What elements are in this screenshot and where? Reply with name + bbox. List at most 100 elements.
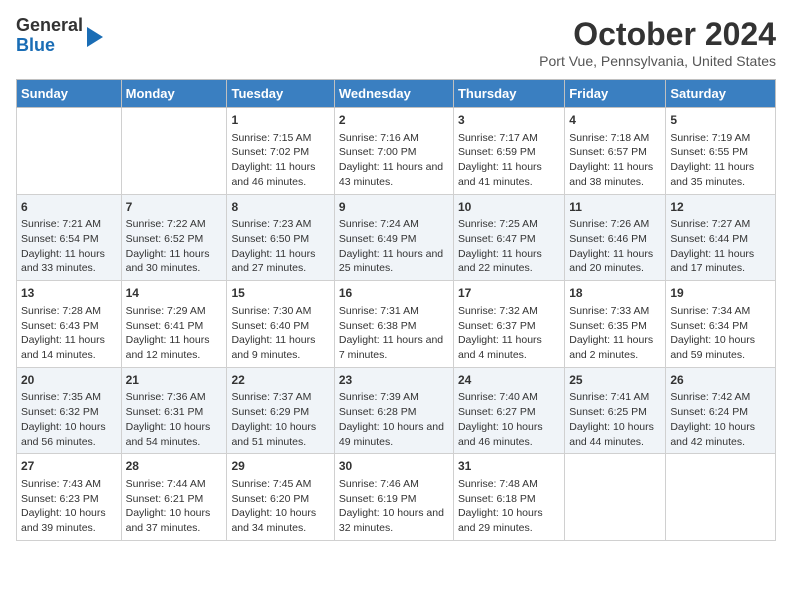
day-number: 17 <box>458 285 560 302</box>
day-cell: 30 Sunrise: 7:46 AM Sunset: 6:19 PM Dayli… <box>334 454 453 541</box>
day-cell: 4Sunrise: 7:18 AM Sunset: 6:57 PM Daylig… <box>565 108 666 195</box>
day-info: Sunrise: 7:34 AM Sunset: 6:34 PM Dayligh… <box>670 304 771 363</box>
calendar-table: SundayMondayTuesdayWednesdayThursdayFrid… <box>16 79 776 541</box>
day-info: Sunrise: 7:39 AM Sunset: 6:28 PM Dayligh… <box>339 390 449 449</box>
day-cell: 18 Sunrise: 7:33 AM Sunset: 6:35 PM Dayli… <box>565 281 666 368</box>
day-info: Sunrise: 7:30 AM Sunset: 6:40 PM Dayligh… <box>231 304 329 363</box>
week-row-1: 1Sunrise: 7:15 AM Sunset: 7:02 PM Daylig… <box>17 108 776 195</box>
day-info: Sunrise: 7:36 AM Sunset: 6:31 PM Dayligh… <box>126 390 223 449</box>
day-info: Sunrise: 7:45 AM Sunset: 6:20 PM Dayligh… <box>231 477 329 536</box>
day-number: 26 <box>670 372 771 389</box>
title-block: October 2024 Port Vue, Pennsylvania, Uni… <box>539 16 776 69</box>
day-info: Sunrise: 7:28 AM Sunset: 6:43 PM Dayligh… <box>21 304 117 363</box>
day-info: Sunrise: 7:21 AM Sunset: 6:54 PM Dayligh… <box>21 217 117 276</box>
day-cell <box>666 454 776 541</box>
day-info: Sunrise: 7:19 AM Sunset: 6:55 PM Dayligh… <box>670 131 771 190</box>
day-cell: 13 Sunrise: 7:28 AM Sunset: 6:43 PM Dayli… <box>17 281 122 368</box>
page-title: October 2024 <box>539 16 776 53</box>
header-cell-tuesday: Tuesday <box>227 80 334 108</box>
day-number: 13 <box>21 285 117 302</box>
day-number: 9 <box>339 199 449 216</box>
day-info: Sunrise: 7:23 AM Sunset: 6:50 PM Dayligh… <box>231 217 329 276</box>
day-number: 8 <box>231 199 329 216</box>
page-subtitle: Port Vue, Pennsylvania, United States <box>539 53 776 69</box>
day-cell: 17 Sunrise: 7:32 AM Sunset: 6:37 PM Dayli… <box>453 281 564 368</box>
calendar-body: 1Sunrise: 7:15 AM Sunset: 7:02 PM Daylig… <box>17 108 776 541</box>
day-cell: 29Sunrise: 7:45 AM Sunset: 6:20 PM Dayli… <box>227 454 334 541</box>
day-number: 19 <box>670 285 771 302</box>
day-number: 6 <box>21 199 117 216</box>
logo-text: General Blue <box>16 16 83 56</box>
day-info: Sunrise: 7:31 AM Sunset: 6:38 PM Dayligh… <box>339 304 449 363</box>
day-cell <box>565 454 666 541</box>
day-info: Sunrise: 7:29 AM Sunset: 6:41 PM Dayligh… <box>126 304 223 363</box>
header-cell-friday: Friday <box>565 80 666 108</box>
day-cell <box>17 108 122 195</box>
header-cell-wednesday: Wednesday <box>334 80 453 108</box>
day-cell: 14 Sunrise: 7:29 AM Sunset: 6:41 PM Dayli… <box>121 281 227 368</box>
day-number: 23 <box>339 372 449 389</box>
calendar-header: SundayMondayTuesdayWednesdayThursdayFrid… <box>17 80 776 108</box>
header-cell-thursday: Thursday <box>453 80 564 108</box>
day-info: Sunrise: 7:44 AM Sunset: 6:21 PM Dayligh… <box>126 477 223 536</box>
page-header: General Blue October 2024 Port Vue, Penn… <box>16 16 776 69</box>
day-number: 21 <box>126 372 223 389</box>
day-cell: 8Sunrise: 7:23 AM Sunset: 6:50 PM Daylig… <box>227 194 334 281</box>
day-number: 28 <box>126 458 223 475</box>
day-info: Sunrise: 7:27 AM Sunset: 6:44 PM Dayligh… <box>670 217 771 276</box>
day-cell <box>121 108 227 195</box>
day-cell: 31 Sunrise: 7:48 AM Sunset: 6:18 PM Dayli… <box>453 454 564 541</box>
day-info: Sunrise: 7:46 AM Sunset: 6:19 PM Dayligh… <box>339 477 449 536</box>
day-cell: 3Sunrise: 7:17 AM Sunset: 6:59 PM Daylig… <box>453 108 564 195</box>
day-number: 30 <box>339 458 449 475</box>
day-cell: 25Sunrise: 7:41 AM Sunset: 6:25 PM Dayli… <box>565 367 666 454</box>
day-number: 2 <box>339 112 449 129</box>
day-number: 5 <box>670 112 771 129</box>
day-number: 3 <box>458 112 560 129</box>
day-info: Sunrise: 7:41 AM Sunset: 6:25 PM Dayligh… <box>569 390 661 449</box>
day-cell: 19 Sunrise: 7:34 AM Sunset: 6:34 PM Dayli… <box>666 281 776 368</box>
day-info: Sunrise: 7:40 AM Sunset: 6:27 PM Dayligh… <box>458 390 560 449</box>
day-number: 12 <box>670 199 771 216</box>
day-cell: 1Sunrise: 7:15 AM Sunset: 7:02 PM Daylig… <box>227 108 334 195</box>
day-info: Sunrise: 7:33 AM Sunset: 6:35 PM Dayligh… <box>569 304 661 363</box>
day-cell: 15 Sunrise: 7:30 AM Sunset: 6:40 PM Dayli… <box>227 281 334 368</box>
week-row-5: 27Sunrise: 7:43 AM Sunset: 6:23 PM Dayli… <box>17 454 776 541</box>
day-info: Sunrise: 7:43 AM Sunset: 6:23 PM Dayligh… <box>21 477 117 536</box>
header-row: SundayMondayTuesdayWednesdayThursdayFrid… <box>17 80 776 108</box>
day-info: Sunrise: 7:32 AM Sunset: 6:37 PM Dayligh… <box>458 304 560 363</box>
day-number: 22 <box>231 372 329 389</box>
day-cell: 11Sunrise: 7:26 AM Sunset: 6:46 PM Dayli… <box>565 194 666 281</box>
day-number: 20 <box>21 372 117 389</box>
day-cell: 10Sunrise: 7:25 AM Sunset: 6:47 PM Dayli… <box>453 194 564 281</box>
week-row-3: 13 Sunrise: 7:28 AM Sunset: 6:43 PM Dayli… <box>17 281 776 368</box>
day-info: Sunrise: 7:26 AM Sunset: 6:46 PM Dayligh… <box>569 217 661 276</box>
day-number: 18 <box>569 285 661 302</box>
day-number: 31 <box>458 458 560 475</box>
day-info: Sunrise: 7:37 AM Sunset: 6:29 PM Dayligh… <box>231 390 329 449</box>
day-info: Sunrise: 7:16 AM Sunset: 7:00 PM Dayligh… <box>339 131 449 190</box>
day-cell: 16Sunrise: 7:31 AM Sunset: 6:38 PM Dayli… <box>334 281 453 368</box>
day-cell: 22Sunrise: 7:37 AM Sunset: 6:29 PM Dayli… <box>227 367 334 454</box>
day-number: 15 <box>231 285 329 302</box>
week-row-4: 20Sunrise: 7:35 AM Sunset: 6:32 PM Dayli… <box>17 367 776 454</box>
day-info: Sunrise: 7:22 AM Sunset: 6:52 PM Dayligh… <box>126 217 223 276</box>
day-number: 14 <box>126 285 223 302</box>
day-number: 24 <box>458 372 560 389</box>
day-info: Sunrise: 7:25 AM Sunset: 6:47 PM Dayligh… <box>458 217 560 276</box>
day-info: Sunrise: 7:48 AM Sunset: 6:18 PM Dayligh… <box>458 477 560 536</box>
day-cell: 2 Sunrise: 7:16 AM Sunset: 7:00 PM Daylig… <box>334 108 453 195</box>
day-info: Sunrise: 7:15 AM Sunset: 7:02 PM Dayligh… <box>231 131 329 190</box>
day-info: Sunrise: 7:42 AM Sunset: 6:24 PM Dayligh… <box>670 390 771 449</box>
day-cell: 26Sunrise: 7:42 AM Sunset: 6:24 PM Dayli… <box>666 367 776 454</box>
week-row-2: 6Sunrise: 7:21 AM Sunset: 6:54 PM Daylig… <box>17 194 776 281</box>
day-number: 7 <box>126 199 223 216</box>
day-cell: 21Sunrise: 7:36 AM Sunset: 6:31 PM Dayli… <box>121 367 227 454</box>
day-cell: 12Sunrise: 7:27 AM Sunset: 6:44 PM Dayli… <box>666 194 776 281</box>
day-number: 25 <box>569 372 661 389</box>
day-number: 10 <box>458 199 560 216</box>
day-cell: 7Sunrise: 7:22 AM Sunset: 6:52 PM Daylig… <box>121 194 227 281</box>
day-number: 11 <box>569 199 661 216</box>
day-cell: 23Sunrise: 7:39 AM Sunset: 6:28 PM Dayli… <box>334 367 453 454</box>
day-cell: 9Sunrise: 7:24 AM Sunset: 6:49 PM Daylig… <box>334 194 453 281</box>
